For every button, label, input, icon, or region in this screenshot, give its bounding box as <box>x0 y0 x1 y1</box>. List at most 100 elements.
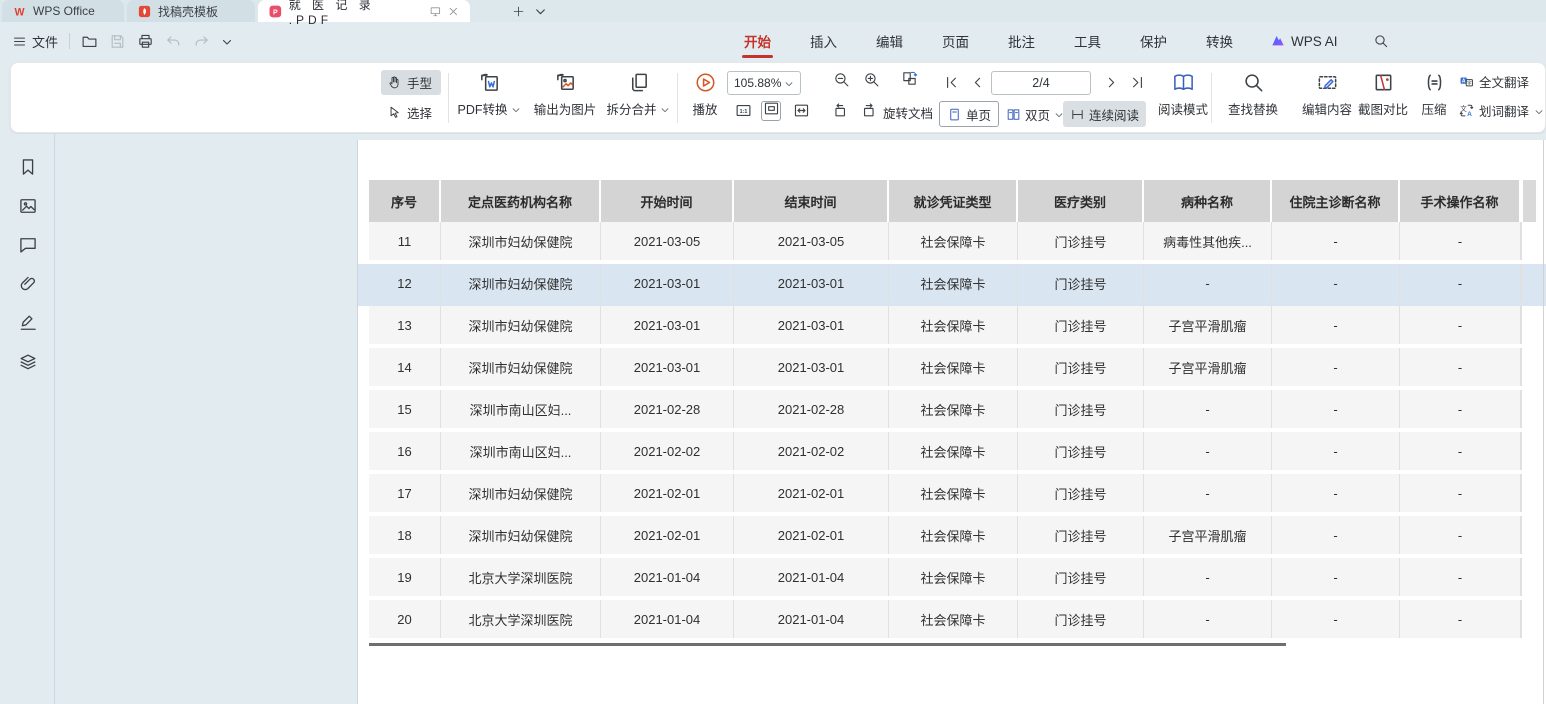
save-icon[interactable] <box>109 33 126 50</box>
output-as-image-button[interactable]: 输出为图片 <box>527 69 603 129</box>
close-tab-icon[interactable] <box>447 5 460 18</box>
svg-text:A: A <box>1467 111 1472 118</box>
rotate-left-button[interactable] <box>829 103 849 123</box>
tab-document-pdf[interactable]: P 就 医 记 录 .PDF <box>258 0 470 22</box>
reading-mode-label: 阅读模式 <box>1158 99 1208 118</box>
table-row[interactable]: 11深圳市妇幼保健院2021-03-052021-03-05社会保障卡门诊挂号病… <box>369 222 1537 260</box>
undo-icon[interactable] <box>165 33 182 50</box>
table-cell: 2021-01-04 <box>734 600 889 638</box>
column-header: 病种名称 <box>1144 180 1272 222</box>
menu-home[interactable]: 开始 <box>742 22 773 60</box>
new-tab-button[interactable] <box>508 1 528 21</box>
full-text-translate-button[interactable]: A字 全文翻译 <box>1459 69 1544 94</box>
tab-list-button[interactable] <box>530 1 550 21</box>
tab-wps-office[interactable]: W WPS Office <box>2 0 124 22</box>
cast-screen-icon[interactable] <box>429 5 442 18</box>
table-row[interactable]: 15深圳市南山区妇...2021-02-282021-02-28社会保障卡门诊挂… <box>369 390 1537 428</box>
page-number-input[interactable]: 2/4 <box>991 71 1091 95</box>
print-icon[interactable] <box>137 33 154 50</box>
rotate-document-button[interactable]: 旋转文档 <box>877 103 939 123</box>
continuous-reading-button[interactable]: 连续阅读 <box>1063 101 1146 127</box>
table-cell: 社会保障卡 <box>889 474 1018 512</box>
menu-insert[interactable]: 插入 <box>808 22 839 60</box>
cursor-icon <box>387 105 402 120</box>
play-button[interactable]: 播放 <box>681 69 729 129</box>
signature-pen-icon[interactable] <box>18 313 38 333</box>
table-row[interactable]: 18深圳市妇幼保健院2021-02-012021-02-01社会保障卡门诊挂号子… <box>369 516 1537 554</box>
continuous-reading-label: 连续阅读 <box>1089 105 1139 124</box>
menu-page[interactable]: 页面 <box>940 22 971 60</box>
zoom-out-button[interactable] <box>831 72 851 92</box>
chevron-down-icon <box>660 104 670 114</box>
reading-mode-button[interactable]: 阅读模式 <box>1151 69 1215 129</box>
bookmark-icon[interactable] <box>18 157 38 177</box>
attachment-icon[interactable] <box>18 274 38 294</box>
rotate-pages-button[interactable] <box>899 71 919 91</box>
thumbnail-icon[interactable] <box>18 196 38 216</box>
table-cell: 2021-02-02 <box>601 432 734 470</box>
chevron-down-icon[interactable] <box>221 35 233 47</box>
tab-template-store[interactable]: 找稿壳模板 <box>127 0 255 22</box>
first-page-button[interactable] <box>941 75 961 95</box>
table-row[interactable]: 17深圳市妇幼保健院2021-02-012021-02-01社会保障卡门诊挂号-… <box>369 474 1537 512</box>
single-page-mode-button[interactable]: 单页 <box>939 101 999 127</box>
table-cell: 2021-03-01 <box>601 348 734 386</box>
menu-edit[interactable]: 编辑 <box>874 22 905 60</box>
compress-button[interactable]: 压缩 <box>1411 69 1457 129</box>
search-icon[interactable] <box>1373 33 1389 49</box>
table-row[interactable]: 13深圳市妇幼保健院2021-03-012021-03-01社会保障卡门诊挂号子… <box>369 306 1537 344</box>
table-cell: - <box>1400 348 1521 386</box>
compress-icon <box>1423 71 1446 94</box>
select-tool-button[interactable]: 选择 <box>381 100 441 125</box>
hand-tool-button[interactable]: 手型 <box>381 70 441 95</box>
prev-page-button[interactable] <box>967 75 987 95</box>
wps-logo-icon: W <box>12 4 27 19</box>
table-row[interactable]: 16深圳市南山区妇...2021-02-022021-02-02社会保障卡门诊挂… <box>369 432 1537 470</box>
zoom-in-button[interactable] <box>861 72 881 92</box>
table-cell: 深圳市妇幼保健院 <box>441 306 601 344</box>
double-page-mode-button[interactable]: 双页 <box>999 101 1071 127</box>
rotate-right-button[interactable] <box>859 103 879 123</box>
table-cell: 深圳市妇幼保健院 <box>441 474 601 512</box>
last-page-button[interactable] <box>1127 75 1147 95</box>
column-header: 序号 <box>369 180 441 222</box>
fit-page-icon <box>763 100 780 122</box>
table-row[interactable]: 14深圳市妇幼保健院2021-03-012021-03-01社会保障卡门诊挂号子… <box>369 348 1537 386</box>
redo-icon[interactable] <box>193 33 210 50</box>
next-page-button[interactable] <box>1101 75 1121 95</box>
table-cell: 社会保障卡 <box>889 348 1018 386</box>
table-cell: 2021-02-01 <box>734 474 889 512</box>
table-cell: - <box>1400 558 1521 596</box>
actual-size-button[interactable]: 1:1 <box>733 103 753 123</box>
menu-protect[interactable]: 保护 <box>1138 22 1169 60</box>
table-row[interactable]: 12深圳市妇幼保健院2021-03-012021-03-01社会保障卡门诊挂号-… <box>369 264 1537 302</box>
table-cell: 16 <box>369 432 441 470</box>
zoom-out-icon <box>833 71 850 93</box>
layers-icon[interactable] <box>18 352 38 372</box>
word-translate-button[interactable]: 文A 划词翻译 <box>1459 98 1544 123</box>
screenshot-compare-button[interactable]: 截图对比 <box>1349 69 1417 129</box>
menu-tools[interactable]: 工具 <box>1072 22 1103 60</box>
table-row[interactable]: 20北京大学深圳医院2021-01-042021-01-04社会保障卡门诊挂号-… <box>369 600 1537 638</box>
table-cell: - <box>1400 474 1521 512</box>
page-edge-line <box>1543 140 1544 704</box>
comment-icon[interactable] <box>18 235 38 255</box>
table-cell: 2021-03-01 <box>734 348 889 386</box>
fit-page-button[interactable] <box>761 101 781 121</box>
find-replace-button[interactable]: 查找替换 <box>1217 69 1289 129</box>
menu-annotate[interactable]: 批注 <box>1006 22 1037 60</box>
open-file-icon[interactable] <box>81 33 98 50</box>
table-cell-partial <box>1521 348 1536 386</box>
pdf-convert-button[interactable]: PDF转换 <box>453 69 525 129</box>
fit-width-button[interactable] <box>791 103 811 123</box>
wps-ai-button[interactable]: WPS AI <box>1270 33 1338 49</box>
file-menu-button[interactable]: 文件 <box>12 32 58 51</box>
table-row[interactable]: 19北京大学深圳医院2021-01-042021-01-04社会保障卡门诊挂号-… <box>369 558 1537 596</box>
table-cell: 2021-01-04 <box>601 558 734 596</box>
table-cell: - <box>1400 432 1521 470</box>
split-merge-button[interactable]: 拆分合并 <box>603 69 673 129</box>
medical-records-table: 序号定点医药机构名称开始时间结束时间就诊凭证类型医疗类别病种名称住院主诊断名称手… <box>369 180 1537 642</box>
document-viewport[interactable]: 序号定点医药机构名称开始时间结束时间就诊凭证类型医疗类别病种名称住院主诊断名称手… <box>56 134 1546 704</box>
menu-convert[interactable]: 转换 <box>1204 22 1235 60</box>
zoom-level-select[interactable]: 105.88% <box>727 71 801 95</box>
